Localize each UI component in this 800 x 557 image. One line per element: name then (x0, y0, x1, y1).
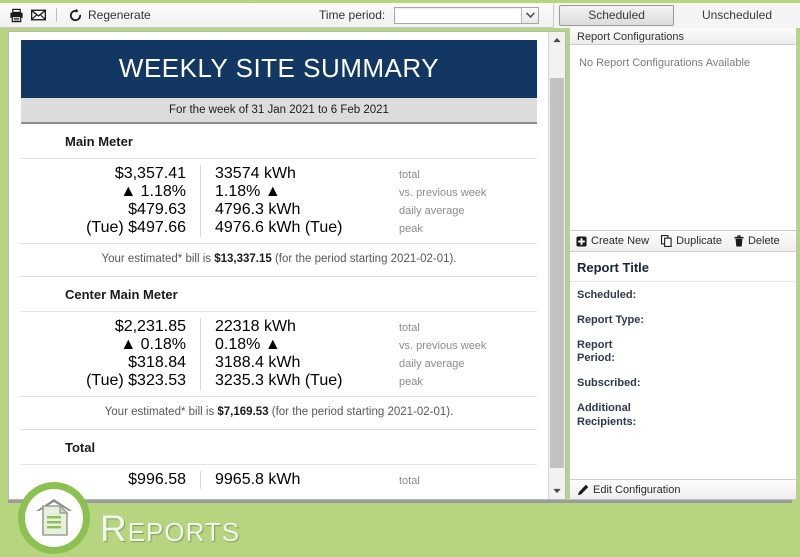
panel-footer: Edit Configuration (570, 479, 796, 499)
tab-unscheduled[interactable]: Unscheduled (674, 6, 800, 25)
total-cost: $3,357.41 (21, 165, 201, 183)
report-details-fields: Scheduled: Report Type: Report Period: S… (570, 282, 796, 429)
field-report-period-label: Report Period: (577, 338, 615, 365)
printer-icon (9, 8, 23, 22)
copy-pages-icon (661, 235, 672, 247)
time-period-label: Time period: (318, 8, 386, 22)
configuration-actions-bar: Create New Duplicate Delete (570, 231, 796, 252)
row-label-change: vs. previous week (399, 340, 487, 352)
toolbar-divider (56, 8, 57, 22)
change-energy: 0.18% ▲ (215, 336, 281, 353)
peak-cost: (Tue) $497.66 (21, 219, 201, 237)
row-label-peak: peak (399, 376, 423, 388)
report-configurations-panel: Report Configurations No Report Configur… (569, 28, 797, 500)
field-additional-recipients-label: Additional Recipients: (577, 401, 637, 428)
report-title-banner: WEEKLY SITE SUMMARY (21, 40, 537, 98)
panel-header: Report Configurations (570, 28, 796, 45)
average-cost: $318.84 (21, 354, 201, 372)
total-energy: 22318 kWh (215, 318, 296, 335)
reports-application: Regenerate Time period: Scheduled Unsche… (0, 0, 800, 557)
field-scheduled-label: Scheduled: (577, 289, 637, 301)
regenerate-label: Regenerate (88, 8, 151, 22)
scroll-up-arrow[interactable] (549, 32, 565, 48)
report-document: WEEKLY SITE SUMMARY For the week of 31 J… (9, 32, 549, 495)
regenerate-button[interactable]: Regenerate (64, 8, 155, 23)
report-details-title: Report Title (570, 252, 796, 282)
configurations-list[interactable]: No Report Configurations Available (570, 45, 796, 231)
report-scroll-area: WEEKLY SITE SUMMARY For the week of 31 J… (9, 32, 549, 499)
pencil-icon (578, 484, 589, 495)
peak-energy: 4976.6 kWh (Tue) (215, 219, 343, 236)
email-button[interactable] (27, 4, 49, 26)
change-energy: 1.18% ▲ (215, 183, 281, 200)
row-label-average: daily average (399, 358, 465, 370)
tab-scheduled[interactable]: Scheduled (559, 4, 674, 26)
refresh-icon (69, 8, 82, 21)
meter-name: Center Main Meter (21, 277, 537, 312)
bill-suffix: (for the period starting 2021-02-01). (268, 406, 454, 418)
row-label-peak: peak (399, 223, 423, 235)
change-cost: ▲ 1.18% (21, 183, 201, 201)
scrollbar-thumb[interactable] (550, 78, 564, 468)
logo-inner-circle (25, 489, 83, 547)
peak-cost: (Tue) $323.53 (21, 372, 201, 390)
meter-name: Main Meter (21, 124, 537, 159)
create-new-button[interactable]: Create New (576, 235, 649, 247)
delete-label: Delete (747, 235, 780, 247)
plus-square-icon (576, 235, 587, 247)
row-label-total: total (399, 475, 420, 487)
change-cost: ▲ 0.18% (21, 336, 201, 354)
row-label-total: total (399, 322, 420, 334)
bill-amount: $7,169.53 (217, 406, 269, 418)
row-label-change: vs. previous week (399, 187, 487, 199)
bill-amount: $13,337.15 (214, 253, 272, 265)
brand-title: Reports (100, 508, 241, 549)
empty-list-message: No Report Configurations Available (579, 57, 751, 69)
report-viewer: WEEKLY SITE SUMMARY For the week of 31 J… (8, 31, 566, 500)
estimated-bill-line: Your estimated* bill is $13,337.15 (for … (21, 243, 537, 276)
peak-energy: 3235.3 kWh (Tue) (215, 372, 343, 389)
row-label-total: total (399, 169, 420, 181)
print-button[interactable] (5, 4, 27, 26)
bill-prefix: Your estimated* bill is (104, 406, 218, 418)
bill-suffix: (for the period starting 2021-02-01). (271, 253, 457, 265)
envelope-icon (30, 9, 46, 21)
total-cost: $2,231.85 (21, 318, 201, 336)
create-new-label: Create New (591, 235, 650, 247)
estimated-bill-line: Your estimated* bill is $7,169.53 (for t… (21, 396, 537, 429)
top-toolbar: Regenerate Time period: Scheduled Unsche… (0, 2, 800, 28)
meter-metrics: $2,231.85 22318 kWh total ▲ 0.18% 0.18% … (21, 312, 537, 396)
duplicate-label: Duplicate (676, 235, 722, 247)
scroll-down-arrow[interactable] (549, 483, 565, 499)
report-section: Center Main Meter $2,231.85 22318 kWh to… (21, 276, 537, 429)
bill-prefix: Your estimated* bill is (101, 253, 215, 265)
time-period-select[interactable] (394, 6, 540, 24)
meter-name: Total (21, 430, 537, 465)
report-section: Main Meter $3,357.41 33574 kWh total ▲ 1… (21, 124, 537, 276)
average-cost: $479.63 (21, 201, 201, 219)
brand-logo: Reports (18, 482, 240, 554)
meter-metrics: $3,357.41 33574 kWh total ▲ 1.18% 1.18% … (21, 159, 537, 243)
panel-tabs: Scheduled Unscheduled (553, 2, 800, 28)
row-label-average: daily average (399, 205, 465, 217)
total-energy: 33574 kWh (215, 165, 296, 182)
field-report-type-label: Report Type: (577, 313, 645, 326)
report-vertical-scrollbar[interactable] (548, 32, 565, 499)
trash-icon (734, 235, 744, 247)
average-energy: 3188.4 kWh (215, 354, 301, 371)
logo-circle (18, 482, 90, 554)
duplicate-button[interactable]: Duplicate (661, 235, 722, 247)
edit-configuration-label: Edit Configuration (593, 483, 681, 496)
document-house-icon (36, 499, 72, 536)
field-subscribed-label: Subscribed: (577, 377, 641, 389)
chevron-down-icon[interactable] (521, 7, 539, 23)
branding-footer: Reports (0, 482, 800, 557)
average-energy: 4796.3 kWh (215, 201, 301, 218)
delete-button[interactable]: Delete (734, 235, 780, 247)
edit-configuration-button[interactable]: Edit Configuration (577, 484, 680, 496)
report-date-range: For the week of 31 Jan 2021 to 6 Feb 202… (21, 98, 537, 124)
